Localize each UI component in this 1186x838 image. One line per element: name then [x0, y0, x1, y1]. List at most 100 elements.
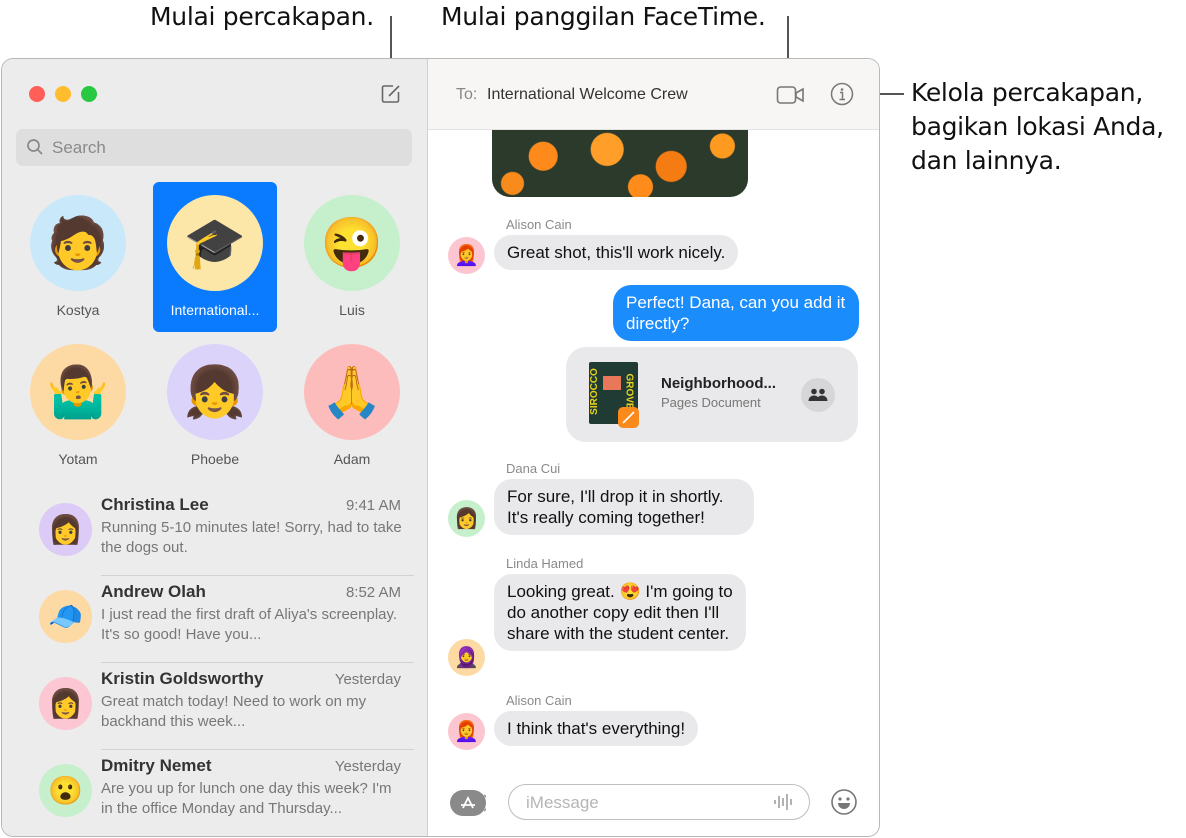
pages-app-icon	[618, 407, 639, 428]
pinned-conversation[interactable]: 🙏 Adam	[290, 331, 414, 481]
contact-name: Andrew Olah	[101, 582, 206, 601]
conversation-list-item[interactable]: 👩 Kristin Goldsworthy Yesterday Great ma…	[2, 663, 427, 750]
callout-info-1: Kelola percakapan,	[911, 78, 1143, 107]
message-preview: I just read the first draft of Aliya's s…	[101, 606, 398, 643]
compose-icon	[381, 85, 400, 103]
sender-avatar: 🧕	[448, 639, 485, 676]
sender-avatar: 👩	[448, 500, 485, 537]
incoming-message-bubble[interactable]: Great shot, this'll work nicely.	[494, 235, 739, 270]
people-icon	[808, 388, 828, 401]
avatar: 😮	[39, 764, 92, 817]
message-preview: Great match today! Need to work on my ba…	[101, 693, 367, 730]
avatar: 😜	[304, 195, 400, 291]
avatar: 🎓	[167, 195, 263, 291]
conversation-header: To: International Welcome Crew	[428, 59, 879, 130]
recipient-name[interactable]: International Welcome Crew	[487, 86, 688, 104]
sender-name: Alison Cain	[506, 217, 572, 232]
avatar: 🤷‍♂️	[30, 344, 126, 440]
document-type: Pages Document	[661, 395, 761, 410]
callout-facetime: Mulai panggilan FaceTime.	[441, 2, 766, 31]
message-preview: Are you up for lunch one day this week? …	[101, 780, 392, 817]
conversation-list-item[interactable]: 🧢 Andrew Olah 8:52 AM I just read the fi…	[2, 576, 427, 663]
composer-bar: iMessage	[428, 766, 879, 836]
avatar: 🧑	[30, 195, 126, 291]
avatar-memoji: 👩	[48, 688, 83, 719]
document-attachment[interactable]: SIROCCO GROVE Neighborhood... Pages Docu…	[566, 347, 858, 442]
incoming-message-bubble[interactable]: Looking great. 😍 I'm going to do another…	[494, 574, 746, 651]
contact-name: Kristin Goldsworthy	[101, 669, 264, 688]
pinned-name: Kostya	[56, 302, 100, 318]
conversation-list-item[interactable]: 😮 Dmitry Nemet Yesterday Are you up for …	[2, 750, 427, 836]
avatar: 🧢	[39, 590, 92, 643]
avatar-memoji: 🎓	[183, 214, 247, 271]
pinned-conversation[interactable]: 👧 Phoebe	[153, 331, 277, 481]
audio-waveform-icon[interactable]	[773, 792, 795, 812]
pinned-name: Adam	[333, 451, 371, 467]
facetime-video-icon[interactable]	[776, 84, 806, 106]
sender-avatar: 👩‍🦰	[448, 713, 485, 750]
avatar-memoji: 👩‍🦰	[454, 721, 479, 743]
document-title: Neighborhood...	[661, 375, 776, 392]
callout-info-2: bagikan lokasi Anda,	[911, 112, 1164, 141]
message-placeholder: iMessage	[526, 793, 599, 812]
thumb-text-right: GROVE	[623, 373, 635, 410]
avatar-memoji: 😜	[320, 214, 384, 271]
pinned-name: Yotam	[58, 451, 98, 467]
avatar-memoji: 🧢	[48, 601, 83, 632]
avatar-memoji: 🙏	[320, 363, 384, 420]
avatar: 👧	[167, 344, 263, 440]
app-store-icon	[461, 794, 489, 812]
callout-compose: Mulai percakapan.	[150, 2, 374, 31]
thumb-text-left: SIROCCO	[589, 368, 600, 415]
contact-name: Christina Lee	[101, 495, 209, 514]
timestamp: 8:52 AM	[345, 584, 401, 601]
thumb-graphic	[603, 376, 621, 390]
outgoing-message-bubble[interactable]: Perfect! Dana, can you add it directly?	[613, 285, 859, 341]
pinned-name: Phoebe	[190, 451, 240, 467]
collaborate-button[interactable]	[801, 378, 835, 412]
messages-window: Search 🧑 Kostya 🎓 International... 😜 Luis 🤷…	[1, 58, 880, 837]
pinned-name: Luis	[339, 302, 365, 318]
pinned-conversation[interactable]: 😜 Luis	[290, 182, 414, 332]
contact-name: Dmitry Nemet	[101, 756, 212, 775]
pinned-name: International...	[170, 302, 260, 318]
avatar-memoji: 🤷‍♂️	[46, 363, 110, 420]
sender-avatar: 👩‍🦰	[448, 237, 485, 274]
avatar: 👩	[39, 503, 92, 556]
search-field[interactable]: Search	[16, 129, 412, 166]
avatar-memoji: 🧕	[454, 647, 479, 669]
photo-attachment-flowers[interactable]	[492, 129, 748, 197]
incoming-message-bubble[interactable]: For sure, I'll drop it in shortly. It's …	[494, 479, 754, 535]
search-icon	[27, 139, 43, 155]
avatar-memoji: 👩‍🦰	[454, 245, 479, 267]
pinned-conversation[interactable]: 🤷‍♂️ Yotam	[16, 331, 140, 481]
callout-info-3: dan lainnya.	[911, 146, 1062, 175]
app-store-button[interactable]	[450, 790, 489, 816]
avatar-memoji: 😮	[48, 775, 83, 806]
incoming-message-bubble[interactable]: I think that's everything!	[494, 711, 699, 746]
info-icon[interactable]	[830, 82, 854, 106]
timestamp: Yesterday	[334, 671, 401, 688]
conversation-pane: To: International Welcome Crew Alison Ca…	[428, 59, 879, 836]
conversation-list-item[interactable]: 👩 Christina Lee 9:41 AM Running 5-10 min…	[2, 489, 427, 576]
compose-button[interactable]	[380, 83, 402, 105]
pinned-conversation[interactable]: 🎓 International...	[153, 182, 277, 332]
avatar: 🙏	[304, 344, 400, 440]
sender-name: Linda Hamed	[506, 556, 584, 571]
sender-name: Alison Cain	[506, 693, 572, 708]
close-button[interactable]	[29, 86, 45, 102]
timestamp: 9:41 AM	[345, 497, 401, 514]
avatar: 👩	[39, 677, 92, 730]
pinned-conversation[interactable]: 🧑 Kostya	[16, 182, 140, 332]
message-preview: Running 5-10 minutes late! Sorry, had to…	[101, 519, 402, 556]
zoom-button[interactable]	[81, 86, 97, 102]
emoji-icon[interactable]	[830, 788, 858, 816]
message-input[interactable]: iMessage	[508, 784, 810, 820]
avatar-memoji: 👧	[183, 363, 247, 420]
sender-name: Dana Cui	[506, 461, 561, 476]
timestamp: Yesterday	[334, 758, 401, 775]
sidebar: Search 🧑 Kostya 🎓 International... 😜 Luis 🤷…	[2, 59, 428, 836]
minimize-button[interactable]	[55, 86, 71, 102]
avatar-memoji: 👩	[454, 508, 479, 530]
avatar-memoji: 👩	[48, 514, 83, 545]
